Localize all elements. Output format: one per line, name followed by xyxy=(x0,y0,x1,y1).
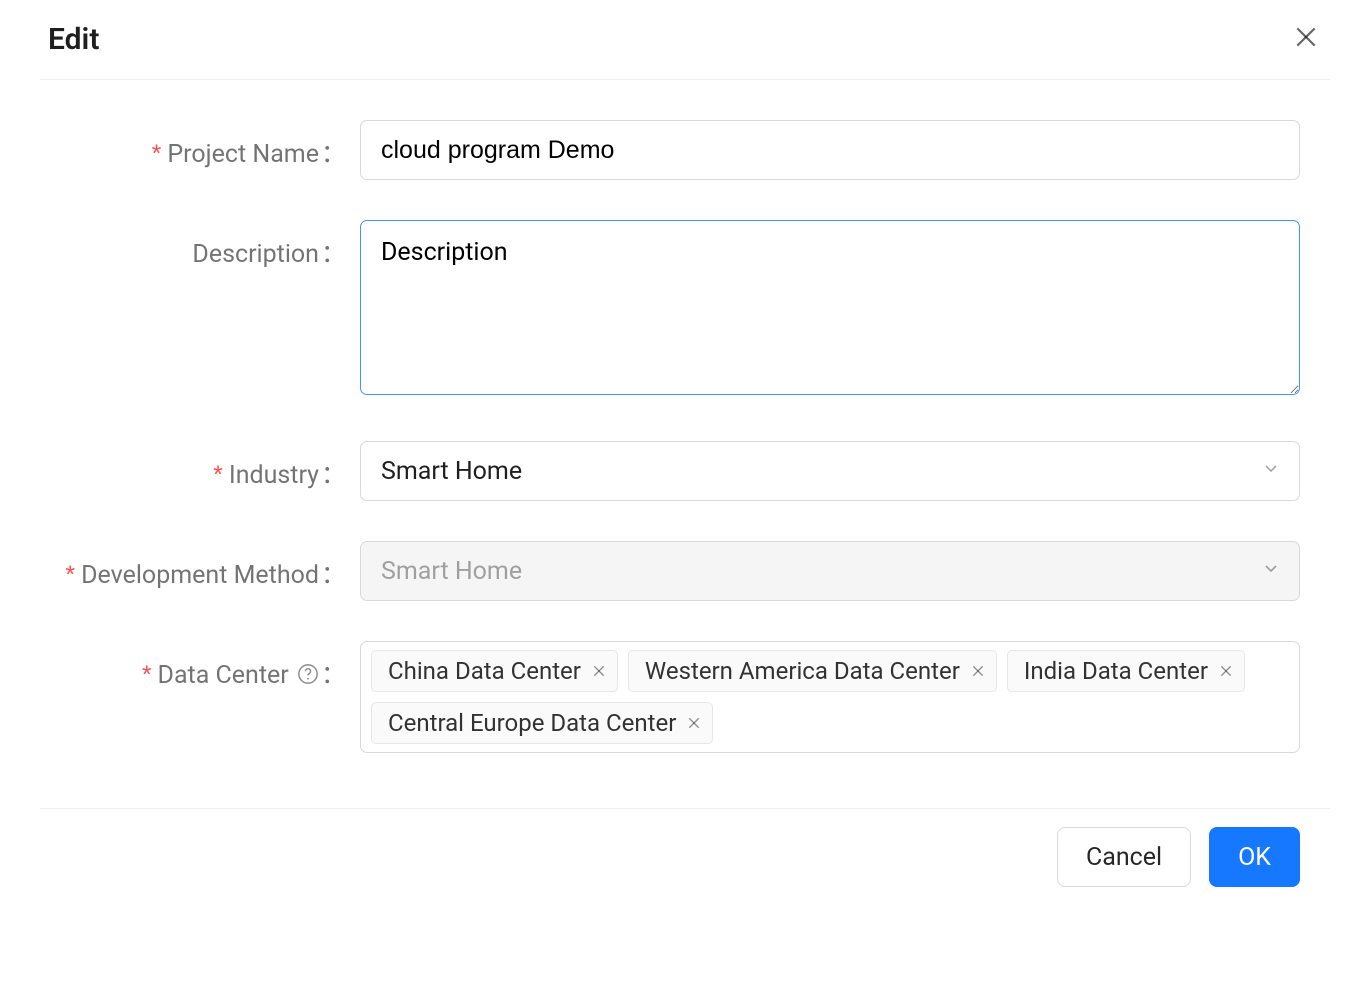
tag-remove-icon[interactable] xyxy=(1218,663,1234,679)
tag-label: India Data Center xyxy=(1024,657,1208,685)
required-star: * xyxy=(152,140,162,168)
data-center-tag: Western America Data Center xyxy=(628,650,997,692)
tag-remove-icon[interactable] xyxy=(686,715,702,731)
development-method-select: Smart Home xyxy=(360,541,1300,601)
development-method-value: Smart Home xyxy=(381,557,522,586)
row-description: Description： Description xyxy=(50,220,1300,401)
help-icon[interactable] xyxy=(297,663,319,685)
industry-value: Smart Home xyxy=(381,457,522,486)
cancel-button[interactable]: Cancel xyxy=(1057,827,1191,887)
chevron-down-icon xyxy=(1261,557,1281,586)
tag-label: China Data Center xyxy=(388,657,581,685)
tag-label: Western America Data Center xyxy=(645,657,960,685)
tag-remove-icon[interactable] xyxy=(591,663,607,679)
label-industry: *Industry： xyxy=(50,441,360,491)
row-project-name: *Project Name： xyxy=(50,120,1300,180)
required-star: * xyxy=(213,461,223,489)
row-data-center: *Data Center ： China Data Center Western … xyxy=(50,641,1300,753)
description-textarea[interactable]: Description xyxy=(360,220,1300,395)
dialog-header: Edit xyxy=(40,0,1330,80)
ok-button[interactable]: OK xyxy=(1209,827,1300,887)
tag-remove-icon[interactable] xyxy=(970,663,986,679)
dialog-body: *Project Name： Description： Description … xyxy=(40,80,1330,808)
required-star: * xyxy=(142,661,152,689)
industry-select[interactable]: Smart Home xyxy=(360,441,1300,501)
row-development-method: *Development Method： Smart Home xyxy=(50,541,1300,601)
close-button[interactable] xyxy=(1290,24,1322,56)
data-center-multiselect[interactable]: China Data Center Western America Data Ce… xyxy=(360,641,1300,753)
dialog-title: Edit xyxy=(48,22,99,57)
required-star: * xyxy=(65,561,75,589)
data-center-tag: Central Europe Data Center xyxy=(371,702,713,744)
data-center-tag: China Data Center xyxy=(371,650,618,692)
project-name-input[interactable] xyxy=(360,120,1300,180)
chevron-down-icon xyxy=(1261,457,1281,486)
edit-dialog: Edit *Project Name： Description： Descrip… xyxy=(40,0,1330,917)
label-data-center: *Data Center ： xyxy=(50,641,360,691)
dialog-footer: Cancel OK xyxy=(40,808,1330,917)
tag-label: Central Europe Data Center xyxy=(388,709,676,737)
data-center-tag: India Data Center xyxy=(1007,650,1245,692)
label-description: Description： xyxy=(50,220,360,270)
close-icon xyxy=(1293,24,1319,56)
label-development-method: *Development Method： xyxy=(50,541,360,591)
row-industry: *Industry： Smart Home xyxy=(50,441,1300,501)
label-project-name: *Project Name： xyxy=(50,120,360,170)
